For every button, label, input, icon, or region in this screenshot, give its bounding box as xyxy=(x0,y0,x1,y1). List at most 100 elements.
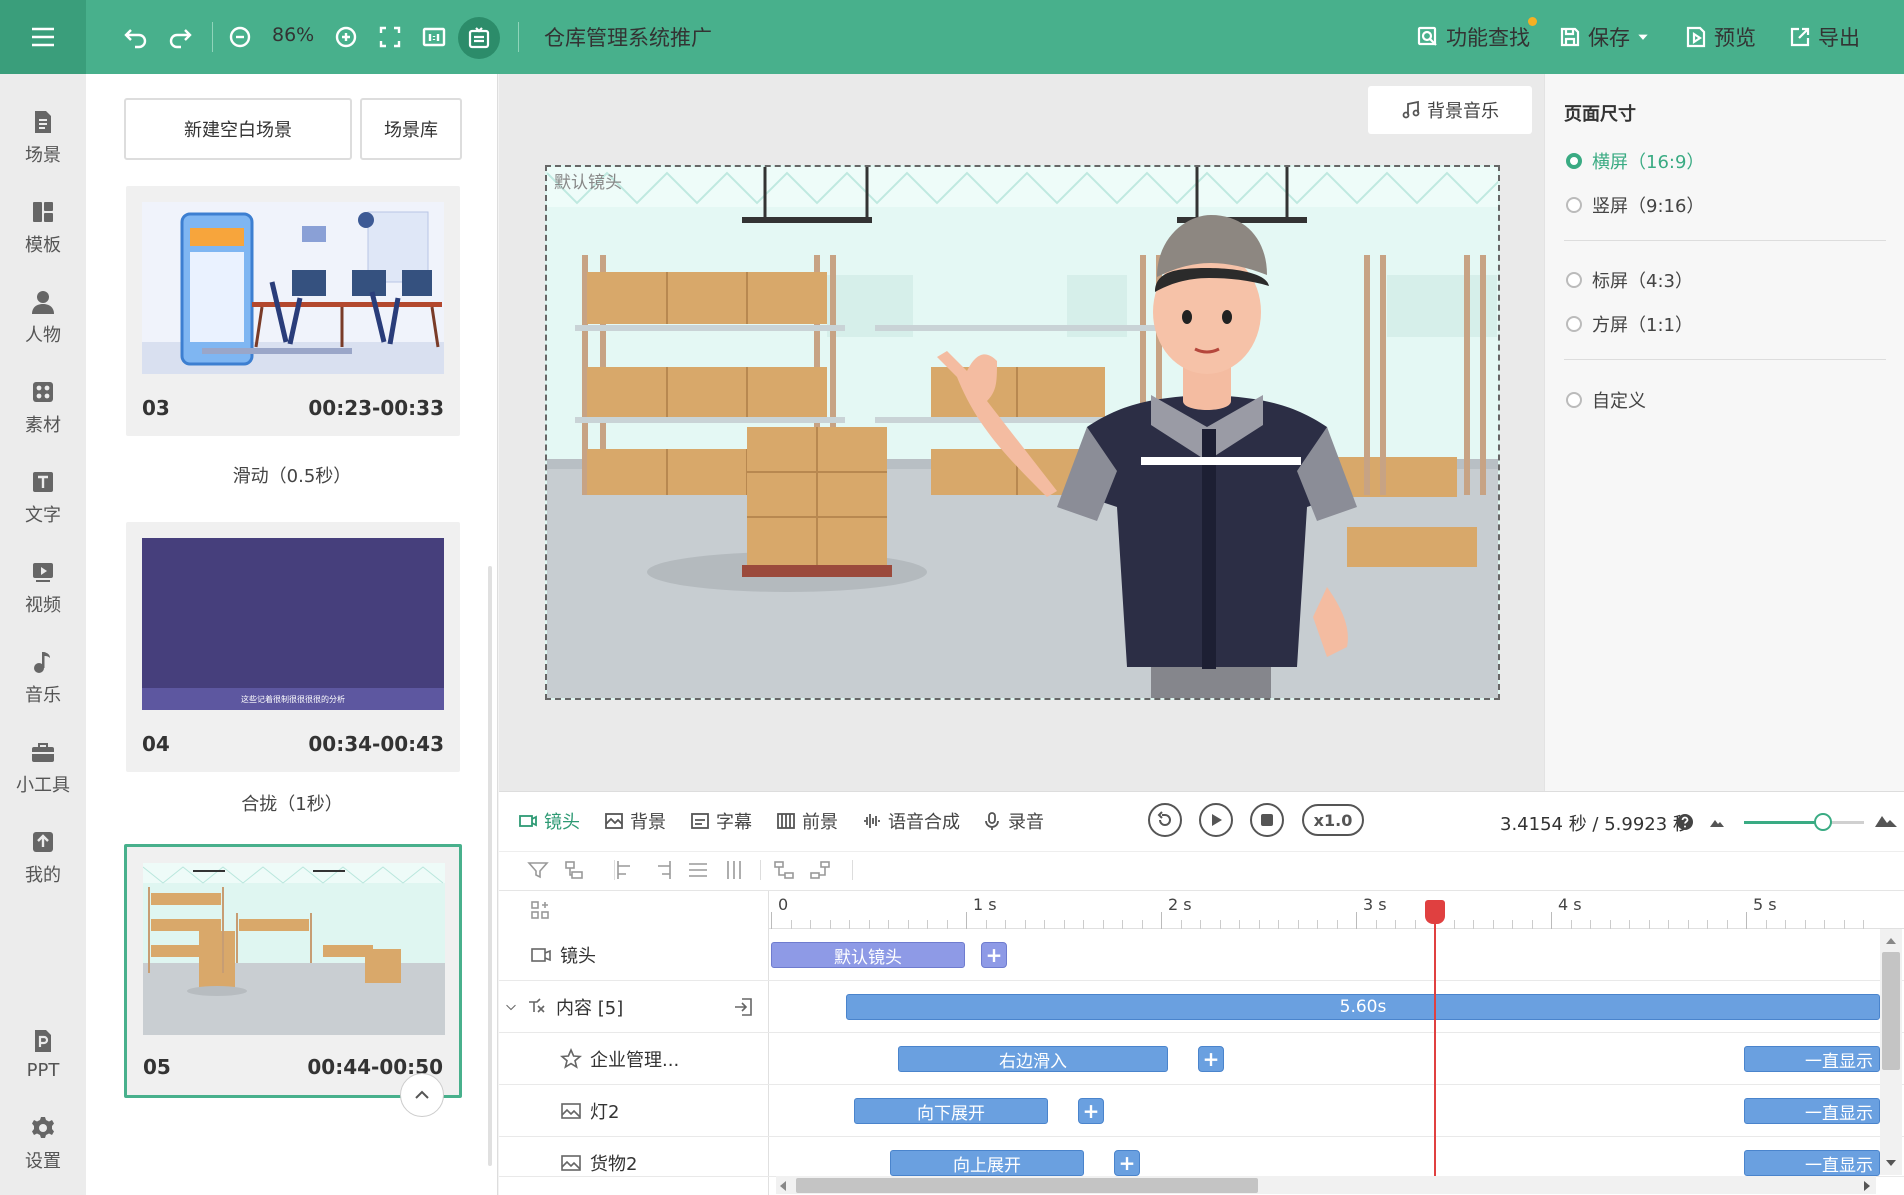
filter-button[interactable] xyxy=(526,858,550,882)
ruler-minor-tick xyxy=(985,920,987,929)
zoom-in-button[interactable] xyxy=(328,19,364,55)
stagger-reverse-button[interactable] xyxy=(808,858,832,882)
fullscreen-button[interactable] xyxy=(372,19,408,55)
nav-item-mine[interactable]: 我的 xyxy=(0,818,86,898)
ruler-minor-tick xyxy=(1278,920,1279,929)
add-clip-button[interactable]: + xyxy=(981,942,1007,968)
add-clip-button[interactable]: + xyxy=(1078,1098,1104,1124)
save-button[interactable]: 保存 xyxy=(1558,22,1650,52)
playhead-handle[interactable] xyxy=(1425,900,1445,924)
content-icon xyxy=(529,998,545,1013)
scene-library-button[interactable]: 场景库 xyxy=(360,98,462,160)
stagger-button[interactable] xyxy=(772,858,796,882)
ruler-minor-tick xyxy=(829,920,831,929)
track-label-lamp2[interactable]: 灯2 xyxy=(560,1098,619,1124)
image-icon xyxy=(561,1155,581,1171)
collapse-button[interactable] xyxy=(400,1073,444,1117)
nav-item-music[interactable]: 音乐 xyxy=(0,638,86,718)
tab-subtitle[interactable]: 字幕 xyxy=(690,808,752,834)
radio-standard[interactable]: 标屏（4:3） xyxy=(1566,267,1693,293)
tab-record[interactable]: 录音 xyxy=(982,808,1044,834)
clip-always-show[interactable]: 一直显示 xyxy=(1744,1098,1880,1124)
clip-expand-down[interactable]: 向下展开 xyxy=(854,1098,1048,1124)
tab-tts[interactable]: 语音合成 xyxy=(862,808,960,834)
tab-background[interactable]: 背景 xyxy=(604,808,666,834)
scroll-down-icon[interactable] xyxy=(1885,1158,1897,1168)
add-clip-button[interactable]: + xyxy=(1198,1046,1224,1072)
new-blank-scene-button[interactable]: 新建空白场景 xyxy=(124,98,352,160)
nav-item-text[interactable]: 文字 xyxy=(0,458,86,538)
clip-expand-up[interactable]: 向上展开 xyxy=(890,1150,1084,1176)
scroll-right-icon[interactable] xyxy=(1862,1180,1872,1192)
nav-item-tools[interactable]: 小工具 xyxy=(0,728,86,808)
time-readout: 3.4154 秒 / 5.9923 秒 xyxy=(1500,814,1691,835)
zoom-out-button[interactable] xyxy=(222,19,258,55)
track-label-goods2[interactable]: 货物2 xyxy=(560,1150,637,1176)
transition-label[interactable]: 滑动（0.5秒） xyxy=(86,462,498,488)
scene-panel-scrollbar[interactable] xyxy=(488,566,492,1166)
transition-label[interactable]: 合拢（1秒） xyxy=(86,790,498,816)
subtitle-tool-button[interactable] xyxy=(458,17,500,59)
track-label-content[interactable]: 内容 [5] xyxy=(504,994,623,1020)
zoom-slider-handle[interactable] xyxy=(1814,813,1832,831)
play-button[interactable] xyxy=(1199,803,1233,837)
scene-card-04[interactable]: 这些记着很制很很很很的分析 04 00:34-00:43 xyxy=(126,522,460,772)
radio-portrait[interactable]: 竖屏（9:16） xyxy=(1566,192,1704,218)
replay-icon xyxy=(1157,811,1171,826)
group-button[interactable] xyxy=(562,858,586,882)
nav-item-video[interactable]: 视频 xyxy=(0,548,86,628)
find-feature-button[interactable]: 功能查找 xyxy=(1416,22,1530,52)
nav-item-settings[interactable]: 设置 xyxy=(0,1104,86,1184)
distribute-button[interactable] xyxy=(686,858,710,882)
stop-button[interactable] xyxy=(1250,803,1284,837)
layers-button[interactable] xyxy=(528,898,552,922)
scroll-left-icon[interactable] xyxy=(778,1180,788,1192)
nav-item-label: 场景 xyxy=(25,145,61,166)
tab-camera[interactable]: 镜头 xyxy=(518,808,580,834)
export-button[interactable]: 导出 xyxy=(1788,22,1860,52)
menu-button[interactable] xyxy=(0,0,86,74)
replay-button[interactable] xyxy=(1148,803,1182,837)
exit-group-icon[interactable] xyxy=(732,996,754,1018)
clip-slide-in-right[interactable]: 右边滑入 xyxy=(898,1046,1168,1072)
nav-item-scene[interactable]: 场景 xyxy=(0,98,86,178)
preview-button[interactable]: 预览 xyxy=(1684,22,1756,52)
zoom-in-mountain-icon[interactable] xyxy=(1874,810,1898,830)
ruler-minor-tick xyxy=(1492,920,1494,929)
scene-card-03[interactable]: 03 00:23-00:33 xyxy=(126,186,460,436)
align-right-button[interactable] xyxy=(650,858,674,882)
redo-button[interactable] xyxy=(162,19,198,55)
nav-item-ppt[interactable]: PPT xyxy=(0,1014,86,1094)
track-label-enterprise[interactable]: 企业管理... xyxy=(560,1046,679,1072)
scene-card-05[interactable]: 05 00:44-00:50 xyxy=(124,844,462,1098)
zoom-in-icon xyxy=(335,26,357,48)
speed-button[interactable]: x1.0 xyxy=(1302,804,1364,836)
radio-square[interactable]: 方屏（1:1） xyxy=(1566,311,1693,337)
align-left-button[interactable] xyxy=(614,858,638,882)
track-label-camera[interactable]: 镜头 xyxy=(530,942,596,968)
tab-foreground[interactable]: 前景 xyxy=(776,808,838,834)
horizontal-scroll-thumb[interactable] xyxy=(796,1178,1258,1193)
nav-item-assets[interactable]: 素材 xyxy=(0,368,86,448)
stage-canvas[interactable] xyxy=(545,165,1500,700)
help-icon[interactable] xyxy=(1676,813,1694,831)
zoom-out-mountain-icon[interactable] xyxy=(1708,814,1726,830)
background-music-button[interactable]: 背景音乐 xyxy=(1368,86,1532,134)
radio-landscape[interactable]: 横屏（16:9） xyxy=(1566,148,1704,174)
clip-default-camera[interactable]: 默认镜头 xyxy=(771,942,965,968)
distribute-vertical-button[interactable] xyxy=(722,858,746,882)
ruler-minor-tick xyxy=(1687,920,1689,929)
toolbar-divider xyxy=(760,860,761,880)
vertical-scroll-thumb[interactable] xyxy=(1882,952,1900,1070)
add-clip-button[interactable]: + xyxy=(1114,1150,1140,1176)
clip-content-duration[interactable]: 5.60s xyxy=(846,994,1880,1020)
clip-always-show[interactable]: 一直显示 xyxy=(1744,1046,1880,1072)
undo-button[interactable] xyxy=(118,19,154,55)
nav-item-character[interactable]: 人物 xyxy=(0,278,86,358)
scroll-up-icon[interactable] xyxy=(1885,936,1897,946)
nav-item-template[interactable]: 模板 xyxy=(0,188,86,268)
actual-size-button[interactable] xyxy=(416,19,452,55)
clip-always-show[interactable]: 一直显示 xyxy=(1744,1150,1880,1176)
project-title[interactable]: 仓库管理系统推广 xyxy=(544,22,712,52)
radio-custom[interactable]: 自定义 xyxy=(1566,387,1646,413)
